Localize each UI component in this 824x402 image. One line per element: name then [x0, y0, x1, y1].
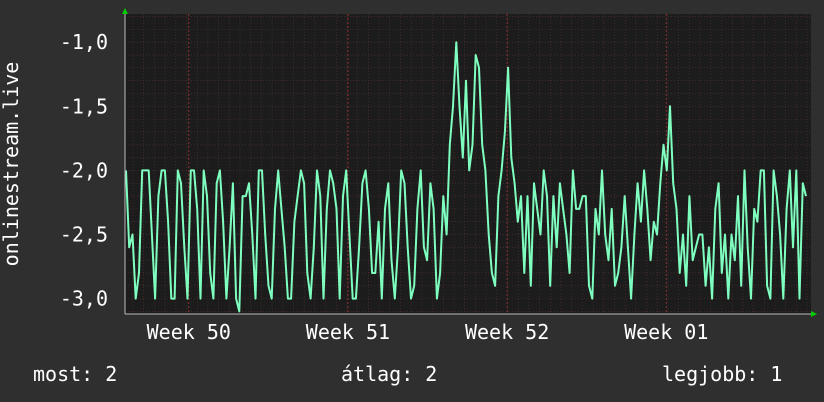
y-tick-label: -2,5	[60, 223, 108, 247]
y-tick-label: -1,5	[60, 94, 108, 118]
y-tick-label: -2,0	[60, 158, 108, 182]
best-value: legjobb: 1	[662, 362, 783, 386]
average-value: átlag: 2	[341, 362, 438, 386]
x-tick-label: Week 52	[465, 320, 549, 344]
current-value: most: 2	[33, 362, 118, 386]
y-tick-label: -3,0	[60, 287, 108, 311]
line-chart: -1,0 -1,5 -2,0 -2,5 -3,0 Week 50 Week 51 Week …	[0, 0, 824, 402]
x-tick-label: Week 50	[147, 320, 231, 344]
x-tick-label: Week 51	[306, 320, 390, 344]
x-tick-label: Week 01	[624, 320, 708, 344]
y-tick-label: -1,0	[60, 30, 108, 54]
y-axis-label: onlinestream.live	[0, 62, 23, 267]
